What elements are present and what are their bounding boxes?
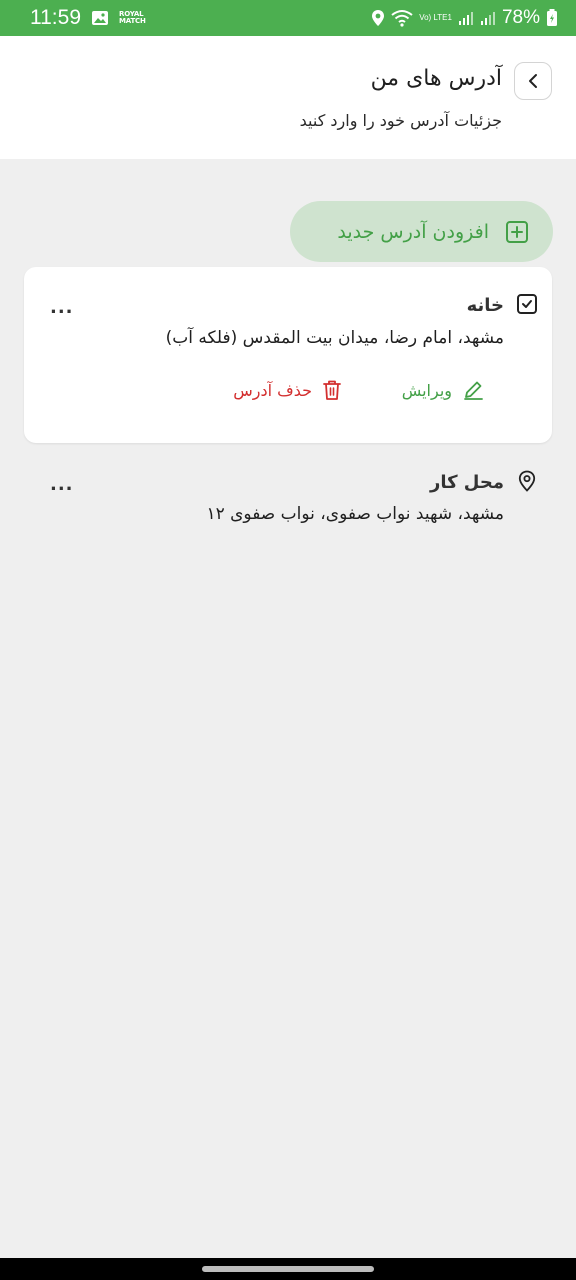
status-right: Vo) LTE1 78%	[371, 7, 558, 29]
edit-address-button[interactable]: ویرایش	[402, 379, 484, 401]
back-button[interactable]	[514, 62, 552, 100]
more-options-button[interactable]: ...	[50, 474, 74, 495]
address-text: مشهد، شهید نواب صفوی، نواب صفوی ۱۲	[206, 504, 504, 524]
gallery-icon	[91, 10, 109, 26]
delete-label: حذف آدرس	[233, 380, 312, 400]
page-subtitle: جزئیات آدرس خود را وارد کنید	[299, 111, 502, 130]
signal-icon	[458, 10, 474, 26]
location-pin-icon	[516, 470, 538, 492]
add-address-button[interactable]: افزودن آدرس جدید	[290, 201, 553, 262]
delete-address-button[interactable]: حذف آدرس	[233, 379, 342, 401]
battery-charging-icon	[546, 9, 558, 27]
wifi-icon	[391, 9, 413, 27]
edit-label: ویرایش	[401, 380, 452, 400]
address-title: خانه	[466, 295, 504, 316]
address-card-home[interactable]: خانه مشهد، امام رضا، میدان بیت المقدس (ف…	[24, 267, 552, 443]
status-bar: 11:59 ROYAL MATCH Vo) LTE1 78%	[0, 0, 576, 36]
location-icon	[371, 9, 385, 27]
page-title: آدرس های من	[370, 66, 502, 91]
address-title: محل کار	[429, 472, 504, 493]
address-text: مشهد، امام رضا، میدان بیت المقدس (فلکه آ…	[165, 328, 504, 348]
more-options-button[interactable]: ...	[50, 297, 74, 318]
plus-square-icon	[505, 220, 529, 244]
address-card-work[interactable]: محل کار مشهد، شهید نواب صفوی، نواب صفوی …	[24, 455, 552, 545]
pencil-icon	[462, 379, 484, 401]
network-label: Vo) LTE1	[419, 13, 452, 22]
trash-icon	[322, 379, 342, 401]
status-left: 11:59 ROYAL MATCH	[30, 6, 146, 30]
signal-icon	[480, 10, 496, 26]
chevron-left-icon	[526, 73, 540, 89]
navigation-bar	[0, 1258, 576, 1280]
add-address-label: افزودن آدرس جدید	[337, 220, 489, 243]
status-time: 11:59	[30, 6, 81, 29]
gesture-handle[interactable]	[202, 1266, 374, 1272]
battery-percent: 78%	[501, 7, 540, 28]
page-header: آدرس های من جزئیات آدرس خود را وارد کنید	[0, 36, 576, 159]
checkbox-checked-icon[interactable]	[516, 293, 538, 315]
royal-match-badge: ROYAL MATCH	[119, 10, 146, 25]
